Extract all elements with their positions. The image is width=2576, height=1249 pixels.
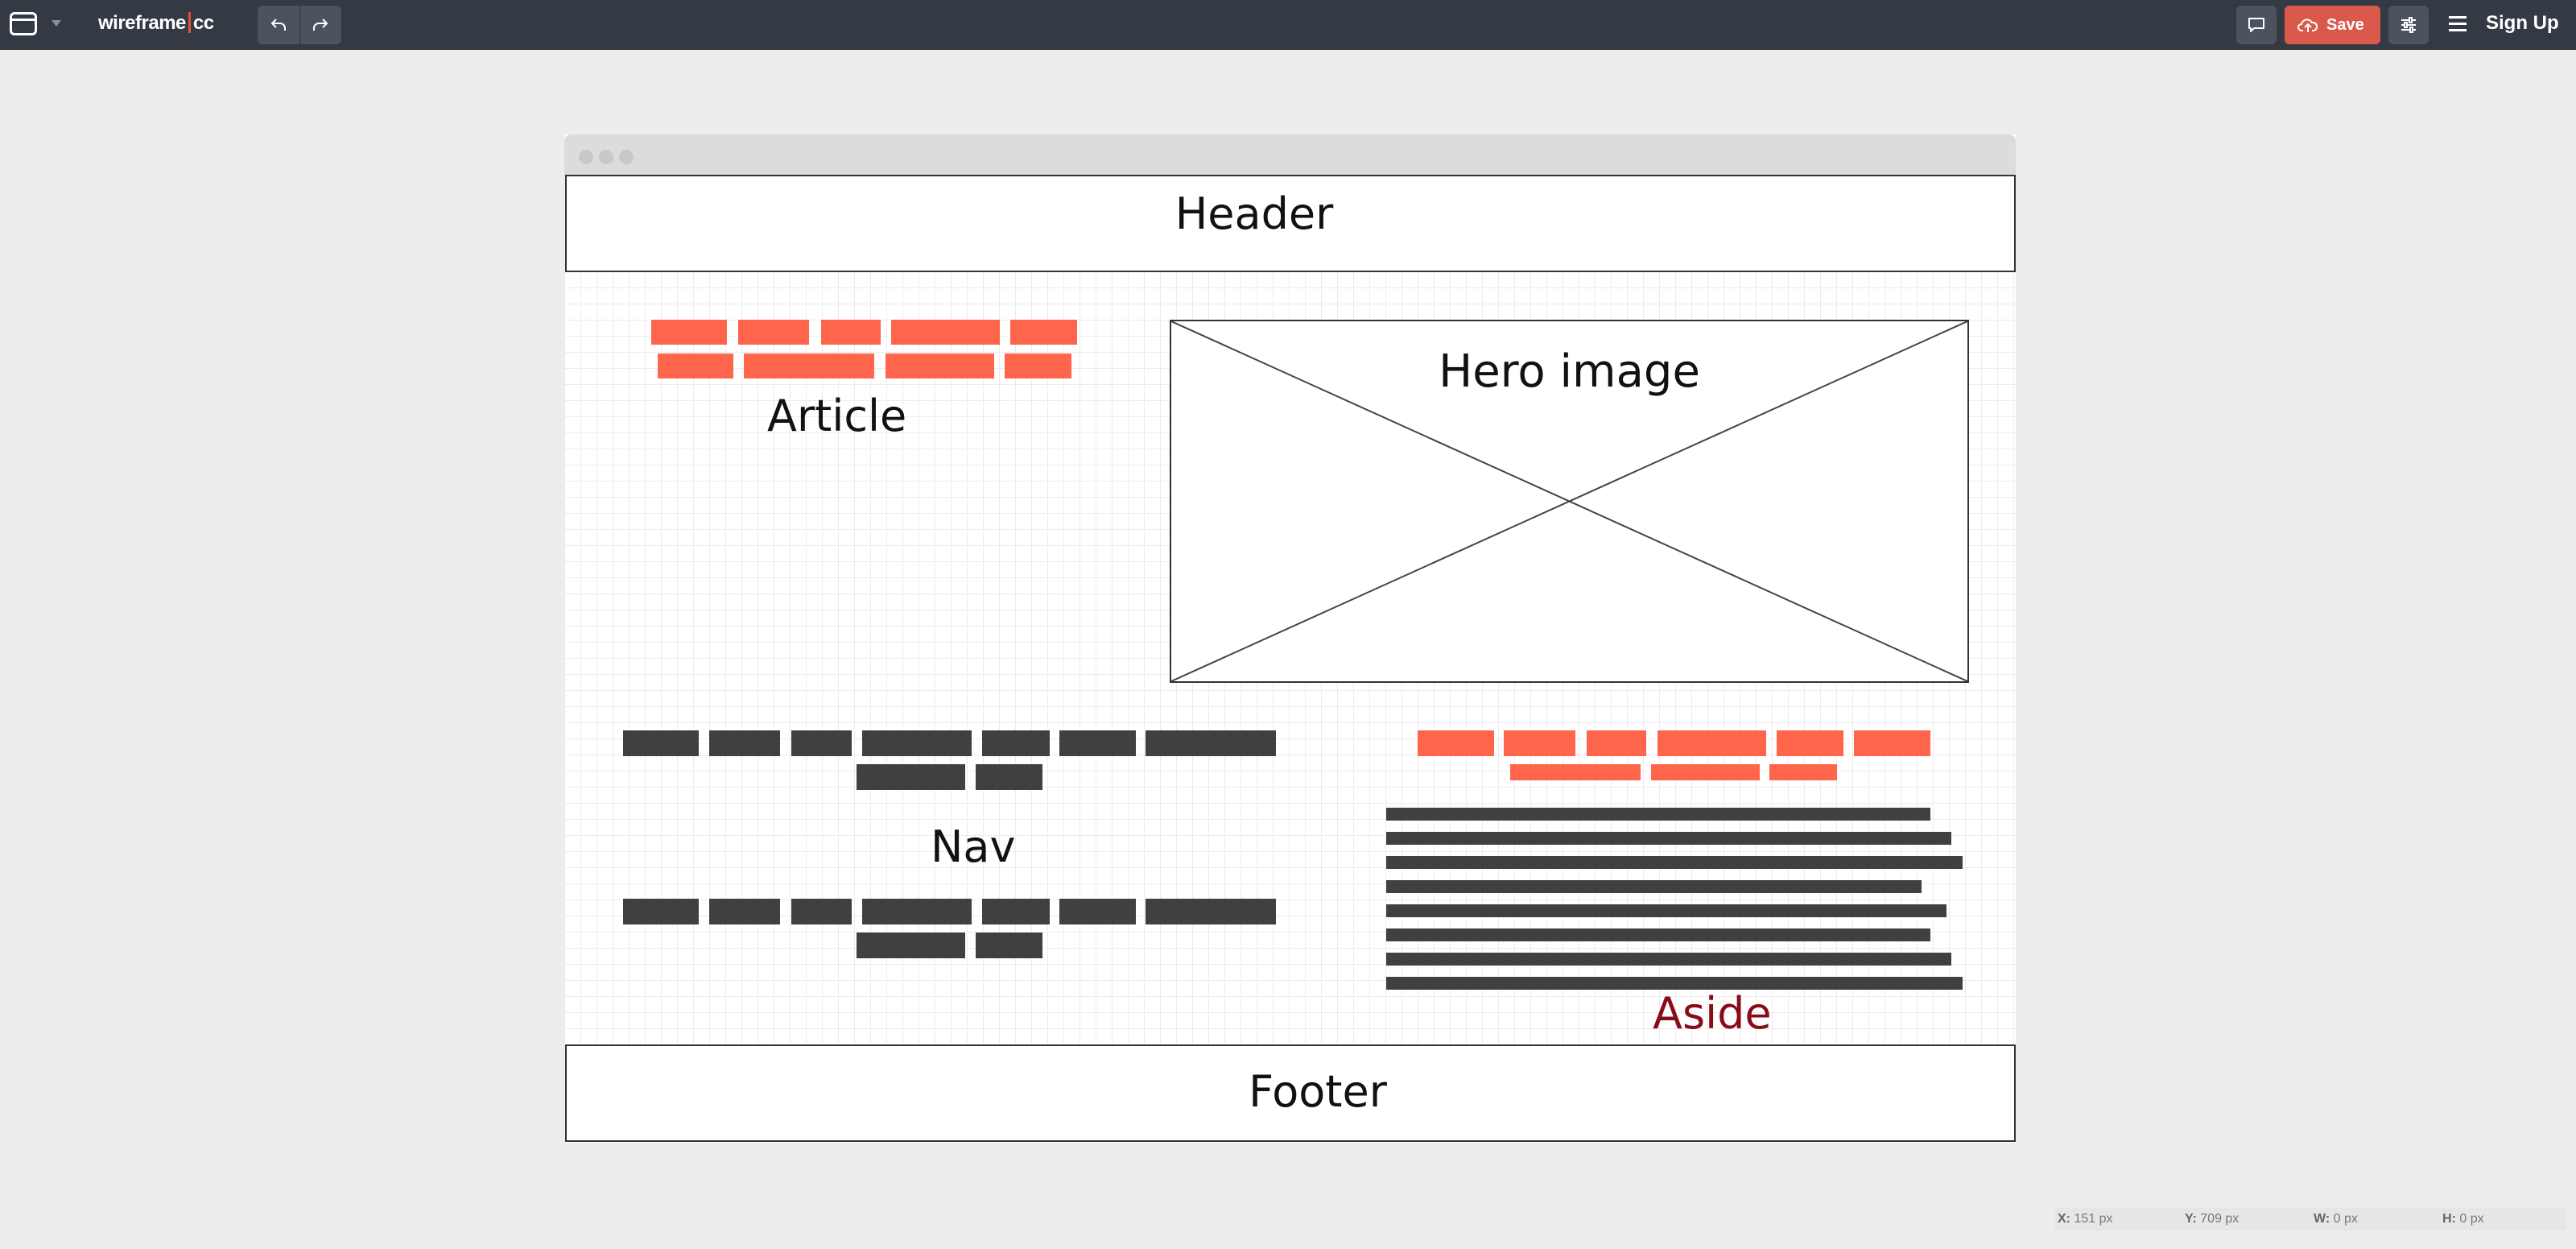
aside-text-block[interactable] xyxy=(1769,764,1837,780)
nav-link-block[interactable] xyxy=(976,764,1042,790)
nav-link-block[interactable] xyxy=(623,730,699,756)
footer-block[interactable]: Footer xyxy=(565,1044,2016,1142)
nav-link-block[interactable] xyxy=(1059,730,1136,756)
nav-link-block[interactable] xyxy=(791,730,852,756)
nav-link-block[interactable] xyxy=(857,764,965,790)
sliders-icon xyxy=(2401,17,2416,33)
undo-button[interactable] xyxy=(258,6,299,44)
aside-text-block[interactable] xyxy=(1418,730,1494,756)
comment-icon xyxy=(2248,18,2264,32)
aside-text-block[interactable] xyxy=(1510,764,1641,780)
nav-link-block[interactable] xyxy=(709,730,780,756)
article-text-block[interactable] xyxy=(821,320,881,345)
logo-text-left: wireframe xyxy=(98,12,186,34)
browser-frame: Header Article Hero image Nav Aside Foot… xyxy=(564,134,2016,1143)
nav-link-block[interactable] xyxy=(1146,730,1276,756)
aside-paragraph-line[interactable] xyxy=(1386,928,1930,941)
redo-icon xyxy=(313,19,328,31)
height-readout: H: 0 px xyxy=(2442,1212,2484,1226)
nav-link-block[interactable] xyxy=(862,899,972,924)
aside-paragraph-line[interactable] xyxy=(1386,904,1946,917)
hero-image-label: Hero image xyxy=(1439,345,1700,398)
article-text-block[interactable] xyxy=(744,354,874,378)
article-label[interactable]: Article xyxy=(767,391,906,441)
browser-dot xyxy=(579,150,593,164)
aside-paragraph-line[interactable] xyxy=(1386,880,1922,893)
aside-paragraph-line[interactable] xyxy=(1386,832,1951,845)
coordinates-status-bar: X: 151 px Y: 709 px W: 0 px H: 0 px xyxy=(2054,1208,2566,1230)
nav-link-block[interactable] xyxy=(791,899,852,924)
hero-image-placeholder[interactable]: Hero image xyxy=(1170,320,1969,683)
x-readout: X: 151 px xyxy=(2058,1212,2113,1226)
undo-redo-group xyxy=(258,6,341,44)
aside-paragraph-line[interactable] xyxy=(1386,808,1930,821)
aside-text-block[interactable] xyxy=(1587,730,1646,756)
article-text-block[interactable] xyxy=(1005,354,1071,378)
caret-down-icon xyxy=(52,20,61,27)
aside-text-block[interactable] xyxy=(1777,730,1843,756)
aside-text-block[interactable] xyxy=(1657,730,1766,756)
settings-button[interactable] xyxy=(2388,6,2429,44)
article-text-block[interactable] xyxy=(651,320,727,345)
app-menu-button[interactable] xyxy=(10,10,63,39)
top-toolbar: wireframe cc Save Sign Up xyxy=(0,0,2576,50)
header-block[interactable]: Header xyxy=(565,175,2016,272)
aside-label[interactable]: Aside xyxy=(1653,988,1772,1039)
footer-label: Footer xyxy=(1249,1066,1387,1117)
aside-text-block[interactable] xyxy=(1854,730,1930,756)
nav-link-block[interactable] xyxy=(982,899,1050,924)
browser-chrome xyxy=(564,134,2016,175)
comments-button[interactable] xyxy=(2236,6,2277,44)
nav-link-block[interactable] xyxy=(857,933,965,958)
undo-icon xyxy=(270,19,286,31)
browser-dot xyxy=(619,150,634,164)
aside-text-block[interactable] xyxy=(1504,730,1575,756)
window-icon xyxy=(10,12,37,35)
nav-link-block[interactable] xyxy=(982,730,1050,756)
logo-divider xyxy=(188,12,191,33)
save-button[interactable]: Save xyxy=(2285,6,2380,44)
article-text-block[interactable] xyxy=(658,354,733,378)
aside-paragraph-line[interactable] xyxy=(1386,953,1951,966)
logo-text-right: cc xyxy=(192,12,214,34)
header-label: Header xyxy=(1174,188,1334,239)
app-logo: wireframe cc xyxy=(98,12,214,35)
hamburger-menu-icon[interactable] xyxy=(2447,13,2470,35)
redo-button[interactable] xyxy=(299,6,341,44)
nav-link-block[interactable] xyxy=(1059,899,1136,924)
nav-link-block[interactable] xyxy=(1146,899,1276,924)
nav-label[interactable]: Nav xyxy=(931,821,1015,872)
aside-text-block[interactable] xyxy=(1651,764,1760,780)
article-text-block[interactable] xyxy=(891,320,1000,345)
browser-dot xyxy=(599,150,613,164)
cloud-upload-icon xyxy=(2297,19,2318,32)
y-readout: Y: 709 px xyxy=(2185,1212,2240,1226)
article-text-block[interactable] xyxy=(886,354,994,378)
nav-link-block[interactable] xyxy=(976,933,1042,958)
nav-link-block[interactable] xyxy=(709,899,780,924)
article-text-block[interactable] xyxy=(738,320,809,345)
nav-link-block[interactable] xyxy=(862,730,972,756)
aside-paragraph-line[interactable] xyxy=(1386,856,1963,869)
save-label: Save xyxy=(2326,16,2364,34)
sign-up-link[interactable]: Sign Up xyxy=(2486,12,2559,35)
width-readout: W: 0 px xyxy=(2314,1212,2358,1226)
nav-link-block[interactable] xyxy=(623,899,699,924)
article-text-block[interactable] xyxy=(1010,320,1077,345)
